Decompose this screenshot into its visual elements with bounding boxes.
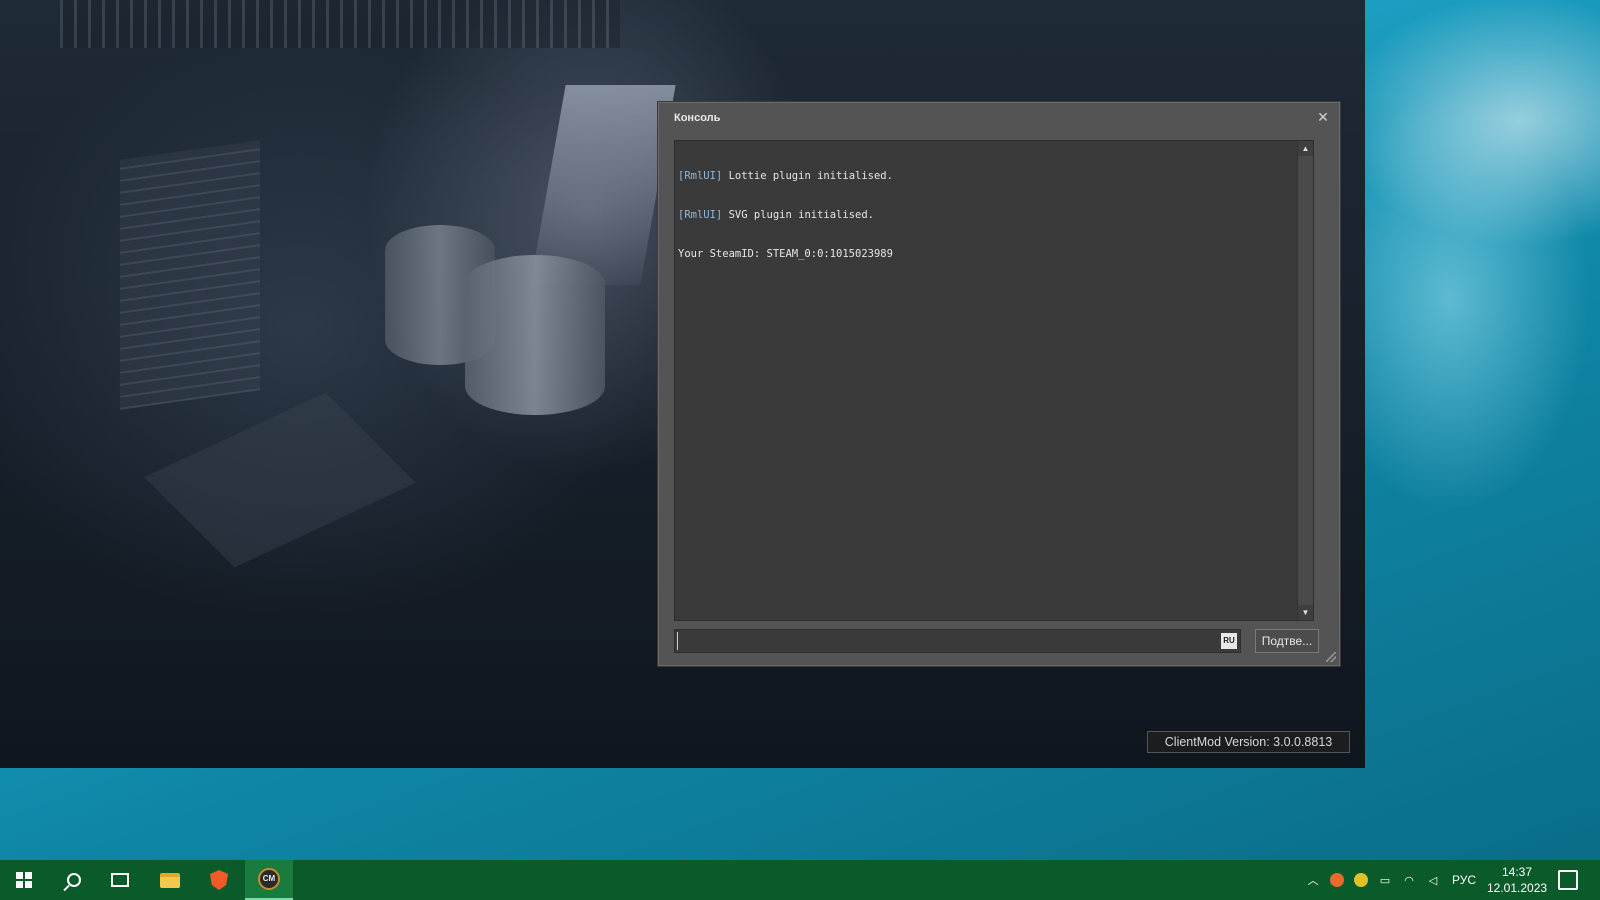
- console-dialog[interactable]: Консоль ✕ [RmlUI] Lottie plugin initiali…: [658, 102, 1340, 666]
- console-scrollbar[interactable]: ▲ ▼: [1297, 141, 1313, 620]
- task-view-button[interactable]: [96, 860, 144, 900]
- input-language-indicator: RU: [1221, 633, 1237, 649]
- task-view-icon: [111, 873, 129, 887]
- clock-date: 12.01.2023: [1487, 881, 1548, 895]
- file-explorer-button[interactable]: [146, 860, 194, 900]
- search-icon: [67, 873, 81, 887]
- chevron-up-icon: ︿: [1307, 875, 1319, 887]
- close-icon[interactable]: ✕: [1315, 109, 1331, 125]
- scene-barrel: [465, 255, 605, 415]
- version-label: ClientMod Version: 3.0.0.8813: [1147, 731, 1350, 753]
- scene-window: [120, 140, 260, 410]
- notification-center-icon[interactable]: [1558, 870, 1578, 890]
- battery-button[interactable]: ▭: [1378, 860, 1392, 900]
- console-command-input[interactable]: [677, 632, 1217, 650]
- submit-button[interactable]: Подтве...: [1255, 629, 1319, 653]
- scroll-down-icon[interactable]: ▼: [1298, 605, 1313, 620]
- log-text: Your SteamID: STEAM_0:0:1015023989: [678, 248, 893, 260]
- resize-grip-icon[interactable]: [1326, 652, 1336, 662]
- console-log: [RmlUI] Lottie plugin initialised. [RmlU…: [678, 144, 1295, 287]
- taskbar: CM ︿ ▭ ◠ ◁ РУС 14:37 12.01.2023: [0, 860, 1600, 900]
- tray-app-orange[interactable]: [1330, 860, 1344, 900]
- log-line: [RmlUI] Lottie plugin initialised.: [678, 170, 1295, 183]
- scene-fence: [60, 0, 620, 48]
- clientmod-icon: CM: [258, 868, 280, 890]
- log-tag: [RmlUI]: [678, 209, 723, 221]
- log-line: Your SteamID: STEAM_0:0:1015023989: [678, 248, 1295, 261]
- tray-language-label: РУС: [1452, 873, 1477, 887]
- network-button[interactable]: ◠: [1402, 860, 1416, 900]
- start-button[interactable]: [0, 860, 48, 900]
- log-text: SVG plugin initialised.: [722, 209, 874, 221]
- clock-button[interactable]: 14:37 12.01.2023: [1487, 864, 1547, 896]
- clock-time: 14:37: [1501, 865, 1533, 879]
- battery-icon: ▭: [1379, 874, 1391, 887]
- tray-app-yellow[interactable]: [1354, 860, 1368, 900]
- log-text: Lottie plugin initialised.: [722, 170, 893, 182]
- scene-floor-light: [144, 392, 416, 568]
- input-language-button[interactable]: РУС: [1452, 860, 1476, 900]
- console-title: Консоль: [674, 112, 721, 124]
- log-tag: [RmlUI]: [678, 170, 723, 182]
- console-output[interactable]: [RmlUI] Lottie plugin initialised. [RmlU…: [674, 140, 1314, 621]
- show-hidden-icons-button[interactable]: ︿: [1306, 860, 1320, 900]
- console-input-box[interactable]: RU: [674, 629, 1241, 653]
- log-line: [RmlUI] SVG plugin initialised.: [678, 209, 1295, 222]
- tray-app-icon: [1354, 873, 1368, 887]
- tray-app-icon: [1330, 873, 1344, 887]
- windows-logo-icon: [16, 872, 32, 888]
- search-button[interactable]: [48, 860, 96, 900]
- volume-button[interactable]: ◁: [1426, 860, 1440, 900]
- clientmod-taskbar-button[interactable]: CM: [245, 860, 293, 900]
- wifi-icon: ◠: [1404, 874, 1414, 887]
- brave-browser-button[interactable]: [195, 860, 243, 900]
- speaker-icon: ◁: [1428, 874, 1438, 887]
- brave-browser-icon: [210, 870, 228, 890]
- folder-icon: [160, 872, 180, 888]
- scroll-up-icon[interactable]: ▲: [1298, 141, 1313, 156]
